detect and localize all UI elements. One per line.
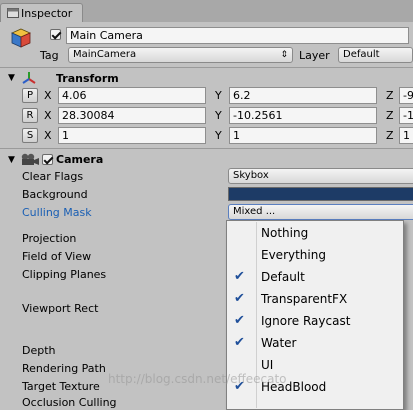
field-of-view-label: Field of View bbox=[22, 250, 92, 263]
background-color-field[interactable] bbox=[228, 187, 413, 201]
menu-item-label: UI bbox=[261, 358, 274, 372]
rotation-y-field[interactable]: -10.2561 bbox=[229, 107, 377, 124]
tab-label: Inspector bbox=[21, 7, 73, 20]
culling-mask-dropdown[interactable]: Mixed ... bbox=[228, 204, 413, 220]
menu-item-label: Water bbox=[261, 336, 297, 350]
projection-label: Projection bbox=[22, 232, 77, 245]
clear-flags-label: Clear Flags bbox=[22, 170, 84, 183]
watermark-text: http://blog.csdn.net/effeecato bbox=[108, 372, 287, 386]
rotation-x-label: X bbox=[44, 109, 52, 122]
position-y-label: Y bbox=[215, 89, 222, 102]
camera-enabled-checkbox[interactable] bbox=[42, 154, 53, 165]
occlusion-culling-label: Occlusion Culling bbox=[22, 396, 117, 409]
scale-y-label: Y bbox=[215, 129, 222, 142]
position-x-field[interactable]: 4.06 bbox=[58, 87, 206, 104]
tab-inspector[interactable]: Inspector bbox=[0, 3, 83, 22]
menu-item-default[interactable]: ✔ Default bbox=[227, 266, 403, 288]
clipping-planes-label: Clipping Planes bbox=[22, 268, 107, 281]
object-name-field[interactable]: Main Camera bbox=[66, 27, 409, 44]
check-icon: ✔ bbox=[234, 269, 245, 284]
tag-value: MainCamera bbox=[73, 49, 137, 60]
culling-mask-value: Mixed ... bbox=[233, 206, 276, 217]
menu-item-label: TransparentFX bbox=[261, 292, 348, 306]
divider bbox=[0, 67, 413, 68]
rotation-z-field[interactable]: -1 bbox=[399, 107, 413, 124]
scale-y-field[interactable]: 1 bbox=[229, 127, 377, 144]
check-icon: ✔ bbox=[234, 335, 245, 350]
menu-item-water[interactable]: ✔ Water bbox=[227, 332, 403, 354]
layer-dropdown[interactable]: Default bbox=[338, 47, 413, 63]
rendering-path-label: Rendering Path bbox=[22, 362, 106, 375]
scale-z-label: Z bbox=[386, 129, 394, 142]
scale-z-field[interactable]: 1 bbox=[399, 127, 413, 144]
position-z-label: Z bbox=[386, 89, 394, 102]
menu-item-transparentfx[interactable]: ✔ TransparentFX bbox=[227, 288, 403, 310]
menu-item-label: Nothing bbox=[261, 226, 309, 240]
camera-foldout-icon[interactable]: ▼ bbox=[8, 155, 15, 165]
menu-item-nothing[interactable]: Nothing bbox=[227, 222, 403, 244]
scale-x-field[interactable]: 1 bbox=[58, 127, 206, 144]
position-z-field[interactable]: -9 bbox=[399, 87, 413, 104]
clear-flags-value: Skybox bbox=[233, 170, 269, 181]
transform-axes-icon bbox=[22, 72, 36, 84]
rotation-z-label: Z bbox=[386, 109, 394, 122]
active-checkbox[interactable] bbox=[50, 29, 61, 40]
position-x-label: X bbox=[44, 89, 52, 102]
camera-title: Camera bbox=[56, 153, 104, 166]
clear-flags-dropdown[interactable]: Skybox bbox=[228, 168, 413, 184]
dropdown-arrows-icon: ⇕ bbox=[280, 50, 288, 60]
menu-item-ignore-raycast[interactable]: ✔ Ignore Raycast bbox=[227, 310, 403, 332]
menu-item-everything[interactable]: Everything bbox=[227, 244, 403, 266]
tag-label: Tag bbox=[40, 49, 59, 62]
transform-title: Transform bbox=[56, 72, 119, 85]
target-texture-label: Target Texture bbox=[22, 380, 100, 393]
viewport-rect-label: Viewport Rect bbox=[22, 302, 99, 315]
menu-item-label: Everything bbox=[261, 248, 326, 262]
tag-dropdown[interactable]: MainCamera ⇕ bbox=[68, 47, 293, 63]
camera-component-icon bbox=[21, 153, 39, 165]
culling-mask-label: Culling Mask bbox=[22, 206, 92, 219]
divider bbox=[0, 148, 413, 149]
position-reset-button[interactable]: P bbox=[22, 88, 38, 103]
scale-reset-button[interactable]: S bbox=[22, 128, 38, 143]
inspector-icon bbox=[7, 8, 19, 18]
check-icon: ✔ bbox=[234, 313, 245, 328]
menu-item-label: Default bbox=[261, 270, 305, 284]
check-icon: ✔ bbox=[234, 291, 245, 306]
rotation-reset-button[interactable]: R bbox=[22, 108, 38, 123]
gameobject-cube-icon bbox=[11, 28, 31, 48]
menu-item-label: Ignore Raycast bbox=[261, 314, 351, 328]
layer-label: Layer bbox=[299, 49, 330, 62]
position-y-field[interactable]: 6.2 bbox=[229, 87, 377, 104]
layer-value: Default bbox=[343, 49, 380, 60]
depth-label: Depth bbox=[22, 344, 56, 357]
rotation-y-label: Y bbox=[215, 109, 222, 122]
rotation-x-field[interactable]: 28.30084 bbox=[58, 107, 206, 124]
scale-x-label: X bbox=[44, 129, 52, 142]
transform-foldout-icon[interactable]: ▼ bbox=[8, 73, 15, 83]
background-label: Background bbox=[22, 188, 88, 201]
